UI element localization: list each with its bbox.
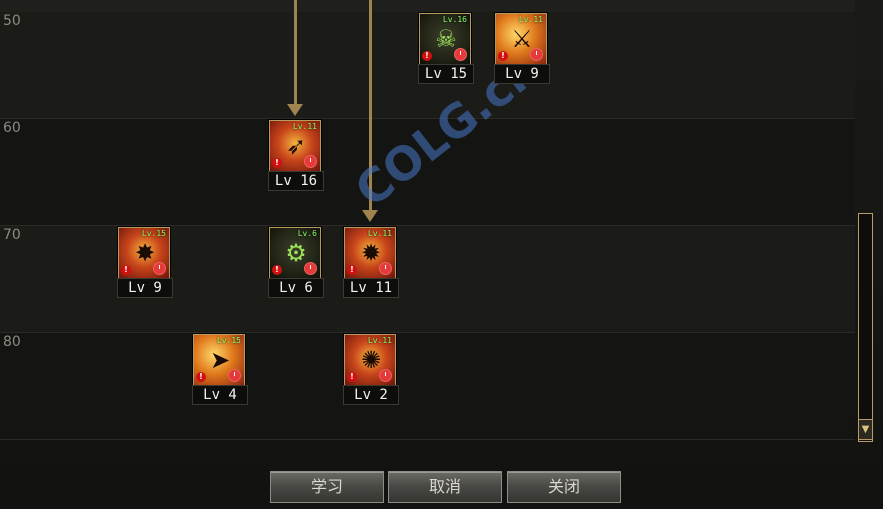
scroll-down-arrow-icon[interactable]: ▼ — [858, 419, 873, 440]
level-label-80: 80 — [3, 334, 21, 350]
skill-icon-frame: ➤ Lv.15 ! — [193, 334, 245, 386]
level-band-80 — [0, 333, 855, 440]
level-label-70: 70 — [3, 227, 21, 243]
alert-icon: ! — [121, 265, 131, 275]
band-divider — [0, 332, 855, 333]
cooldown-icon — [304, 262, 317, 275]
skill-mini-level: Lv.16 — [442, 15, 467, 24]
cooldown-icon — [379, 262, 392, 275]
skill-mini-level: Lv.15 — [216, 336, 241, 345]
cooldown-icon — [379, 369, 392, 382]
skill-level-label: Lv 16 — [268, 171, 324, 191]
skill-slot[interactable]: ⚙ Lv.6 ! Lv 6 — [268, 227, 324, 298]
skill-icon-frame: ⚙ Lv.6 ! — [269, 227, 321, 279]
skill-mini-level: Lv.11 — [367, 229, 392, 238]
alert-icon: ! — [196, 372, 206, 382]
vertical-scrollbar[interactable] — [858, 213, 873, 442]
skill-mini-level: Lv.11 — [518, 15, 543, 24]
skill-level-label: Lv 2 — [343, 385, 399, 405]
alert-icon: ! — [498, 51, 508, 61]
skill-level-label: Lv 9 — [494, 64, 550, 84]
prereq-arrowhead — [287, 104, 303, 116]
skill-level-label: Lv 4 — [192, 385, 248, 405]
skill-slot[interactable]: ✺ Lv.11 ! Lv 2 — [343, 334, 399, 405]
skill-slot[interactable]: ✸ Lv.15 ! Lv 9 — [117, 227, 173, 298]
alert-icon: ! — [272, 265, 282, 275]
skill-icon-frame: ⚔ Lv.11 ! — [495, 13, 547, 65]
level-label-60: 60 — [3, 120, 21, 136]
cooldown-icon — [530, 48, 543, 61]
skill-slot[interactable]: ✹ Lv.11 ! Lv 11 — [343, 227, 399, 298]
cancel-button[interactable]: 取消 — [388, 471, 502, 503]
cooldown-icon — [228, 369, 241, 382]
skill-tree-window: 50 60 70 80 COLG.cn ☠ Lv.16 ! Lv 15 ⚔ Lv… — [0, 0, 883, 509]
skill-mini-level: Lv.11 — [292, 122, 317, 131]
skill-mini-level: Lv.6 — [297, 229, 317, 238]
skill-level-label: Lv 15 — [418, 64, 474, 84]
cooldown-icon — [304, 155, 317, 168]
skill-slot[interactable]: ➤ Lv.15 ! Lv 4 — [192, 334, 248, 405]
skill-level-label: Lv 11 — [343, 278, 399, 298]
alert-icon: ! — [422, 51, 432, 61]
skill-slot[interactable]: ☠ Lv.16 ! Lv 15 — [418, 13, 474, 84]
skill-icon-frame: ➶ Lv.11 ! — [269, 120, 321, 172]
level-label-50: 50 — [3, 13, 21, 29]
skill-level-label: Lv 6 — [268, 278, 324, 298]
cooldown-icon — [153, 262, 166, 275]
learn-button[interactable]: 学习 — [270, 471, 384, 503]
skill-slot[interactable]: ⚔ Lv.11 ! Lv 9 — [494, 13, 550, 84]
skill-mini-level: Lv.15 — [141, 229, 166, 238]
cooldown-icon — [454, 48, 467, 61]
alert-icon: ! — [272, 158, 282, 168]
top-band — [0, 0, 855, 12]
band-divider — [0, 439, 855, 440]
prereq-arrow — [294, 0, 297, 106]
band-divider — [0, 225, 855, 226]
alert-icon: ! — [347, 372, 357, 382]
skill-icon-frame: ✹ Lv.11 ! — [344, 227, 396, 279]
skill-icon-frame: ☠ Lv.16 ! — [419, 13, 471, 65]
alert-icon: ! — [347, 265, 357, 275]
skill-level-label: Lv 9 — [117, 278, 173, 298]
skill-mini-level: Lv.11 — [367, 336, 392, 345]
skill-slot[interactable]: ➶ Lv.11 ! Lv 16 — [268, 120, 324, 191]
skill-icon-frame: ✸ Lv.15 ! — [118, 227, 170, 279]
close-button[interactable]: 关闭 — [507, 471, 621, 503]
skill-icon-frame: ✺ Lv.11 ! — [344, 334, 396, 386]
